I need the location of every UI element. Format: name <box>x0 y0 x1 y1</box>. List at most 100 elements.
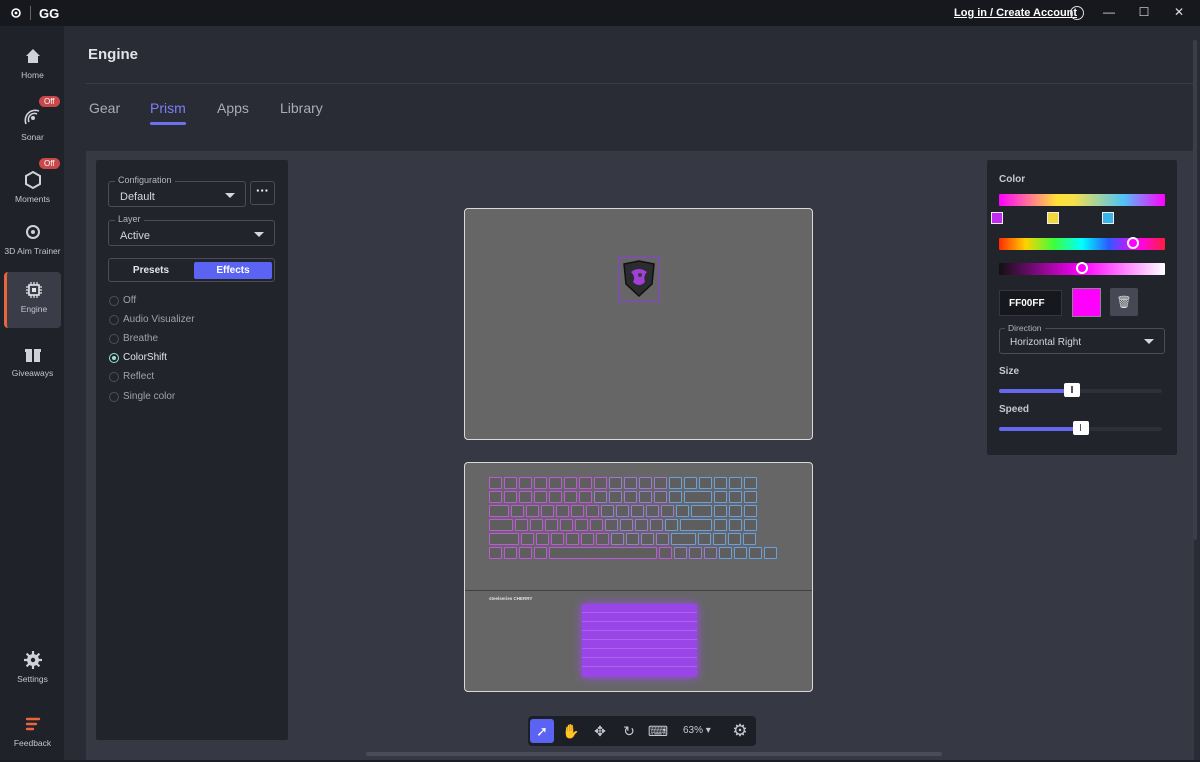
configuration-select[interactable]: Configuration Default <box>108 175 246 207</box>
direction-select[interactable]: Direction Horizontal Right <box>999 323 1165 354</box>
sidebar-item-sonar[interactable]: Off Sonar <box>4 96 61 156</box>
keyboard-tool-icon[interactable]: ⌨ <box>646 719 670 743</box>
keyboard-key[interactable] <box>489 533 519 545</box>
keyboard-key[interactable] <box>728 533 741 545</box>
msi-logo-zone[interactable] <box>618 257 660 302</box>
keyboard-key[interactable] <box>689 547 702 559</box>
zoom-select[interactable]: 63% ▾ <box>683 725 711 736</box>
keyboard-key[interactable] <box>713 533 726 545</box>
keyboard-key[interactable] <box>616 505 629 517</box>
effect-option-colorshift[interactable]: ColorShift <box>109 352 167 363</box>
keyboard-key[interactable] <box>698 533 711 545</box>
keyboard-key[interactable] <box>665 519 678 531</box>
keyboard-key[interactable] <box>659 547 672 559</box>
gradient-editor-bar[interactable] <box>999 194 1165 206</box>
keyboard-key[interactable] <box>641 533 654 545</box>
keyboard-key[interactable] <box>680 519 712 531</box>
keyboard-key[interactable] <box>744 491 757 503</box>
keyboard-key[interactable] <box>624 491 637 503</box>
sidebar-item-feedback[interactable]: Feedback <box>4 706 61 762</box>
keyboard-key[interactable] <box>674 547 687 559</box>
layer-select[interactable]: Layer Active <box>108 214 275 246</box>
keyboard-key[interactable] <box>669 491 682 503</box>
keyboard-key[interactable] <box>699 477 712 489</box>
keyboard-key[interactable] <box>519 477 532 489</box>
keyboard-key[interactable] <box>594 477 607 489</box>
keyboard-key[interactable] <box>489 477 502 489</box>
hue-slider[interactable] <box>999 237 1165 250</box>
keyboard-key[interactable] <box>639 477 652 489</box>
keyboard-key[interactable] <box>749 547 762 559</box>
keyboard-key[interactable] <box>545 519 558 531</box>
keyboard-key[interactable] <box>575 519 588 531</box>
more-options-button[interactable]: ··· <box>250 181 275 205</box>
keyboard-key[interactable] <box>624 477 637 489</box>
effect-option-single-color[interactable]: Single color <box>109 391 175 402</box>
keyboard-key[interactable] <box>534 547 547 559</box>
keyboard-key[interactable] <box>646 505 659 517</box>
keyboard-key[interactable] <box>504 547 517 559</box>
hand-tool-icon[interactable]: ✋ <box>559 719 583 743</box>
touchpad-zone[interactable] <box>582 604 697 677</box>
keyboard-key[interactable] <box>594 491 607 503</box>
presets-button[interactable]: Presets <box>111 262 191 279</box>
keyboard[interactable] <box>489 477 791 573</box>
keyboard-key[interactable] <box>719 547 732 559</box>
keyboard-key[interactable] <box>489 547 502 559</box>
keyboard-key[interactable] <box>626 533 639 545</box>
keyboard-key[interactable] <box>581 533 594 545</box>
keyboard-key[interactable] <box>631 505 644 517</box>
keyboard-key[interactable] <box>560 519 573 531</box>
close-icon[interactable]: ✕ <box>1171 4 1187 20</box>
keyboard-key[interactable] <box>601 505 614 517</box>
keyboard-key[interactable] <box>743 533 756 545</box>
sidebar-item-aim-trainer[interactable]: 3D Aim Trainer <box>4 214 61 274</box>
keyboard-key[interactable] <box>489 505 509 517</box>
gradient-stop-blue[interactable] <box>1102 212 1114 224</box>
speed-slider[interactable] <box>999 421 1162 435</box>
speed-slider-thumb[interactable] <box>1072 421 1089 435</box>
gradient-stop-yellow[interactable] <box>1047 212 1059 224</box>
keyboard-key[interactable] <box>744 505 757 517</box>
sidebar-item-giveaways[interactable]: Giveaways <box>4 336 61 392</box>
keyboard-key[interactable] <box>549 477 562 489</box>
sidebar-item-home[interactable]: Home <box>4 38 61 94</box>
vertical-scrollbar[interactable] <box>1193 40 1197 540</box>
keyboard-key[interactable] <box>734 547 747 559</box>
keyboard-key[interactable] <box>729 491 742 503</box>
keyboard-key[interactable] <box>549 491 562 503</box>
keyboard-key[interactable] <box>534 477 547 489</box>
tab-prism[interactable]: Prism <box>150 100 186 125</box>
account-icon[interactable] <box>1070 6 1084 20</box>
keyboard-key[interactable] <box>515 519 528 531</box>
size-slider[interactable] <box>999 383 1162 397</box>
keyboard-key[interactable] <box>536 533 549 545</box>
keyboard-key[interactable] <box>534 491 547 503</box>
keyboard-key[interactable] <box>669 477 682 489</box>
tab-apps[interactable]: Apps <box>217 100 249 116</box>
keyboard-key[interactable] <box>744 477 757 489</box>
gradient-stop-magenta[interactable] <box>991 212 1003 224</box>
sidebar-item-moments[interactable]: Off Moments <box>4 158 61 218</box>
keyboard-key[interactable] <box>609 491 622 503</box>
delete-color-button[interactable]: 🗑 <box>1110 288 1138 316</box>
keyboard-key[interactable] <box>519 547 532 559</box>
keyboard-key[interactable] <box>635 519 648 531</box>
keyboard-key[interactable] <box>656 533 669 545</box>
keyboard-key[interactable] <box>729 505 742 517</box>
keyboard-key[interactable] <box>676 505 689 517</box>
keyboard-key[interactable] <box>729 477 742 489</box>
brightness-slider[interactable] <box>999 262 1165 275</box>
keyboard-key[interactable] <box>650 519 663 531</box>
settings-gear-icon[interactable]: ⚙ <box>728 719 752 743</box>
tab-gear[interactable]: Gear <box>89 100 120 116</box>
tab-library[interactable]: Library <box>280 100 323 116</box>
keyboard-key[interactable] <box>714 519 727 531</box>
keyboard-key[interactable] <box>571 505 584 517</box>
size-slider-thumb[interactable] <box>1064 383 1081 397</box>
keyboard-key[interactable] <box>671 533 696 545</box>
keyboard-key[interactable] <box>684 477 697 489</box>
keyboard-key[interactable] <box>620 519 633 531</box>
keyboard-key[interactable] <box>556 505 569 517</box>
keyboard-key[interactable] <box>590 519 603 531</box>
